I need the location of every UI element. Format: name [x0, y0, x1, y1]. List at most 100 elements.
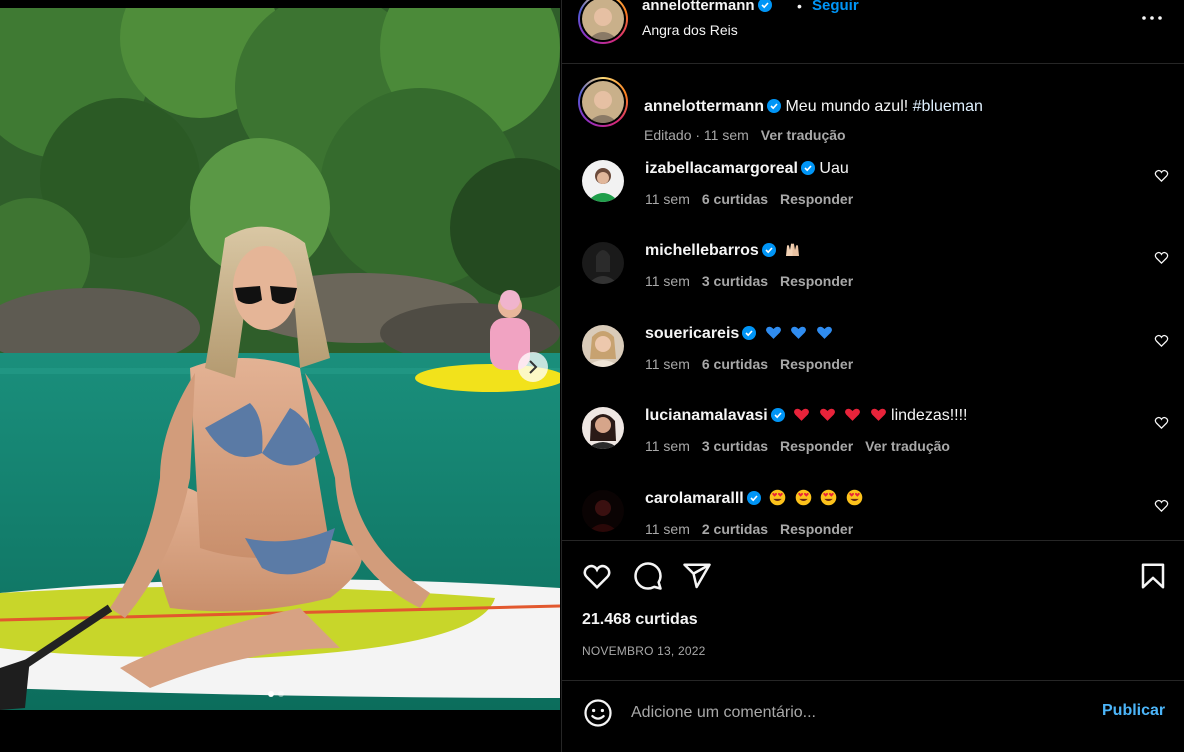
- commenter-avatar[interactable]: [582, 242, 624, 284]
- carousel-dot: [278, 691, 284, 697]
- like-heart-icon[interactable]: [582, 561, 612, 591]
- comment-item: izabellacamargoreal Uau 11 sem 6 curtidas…: [578, 159, 1169, 229]
- reply-button[interactable]: Responder: [780, 356, 853, 372]
- post-sidebar: annelottermann • Seguir Angra dos Reis a…: [561, 0, 1184, 752]
- comment-text: souericareis: [645, 324, 833, 344]
- verified-badge-icon: [761, 243, 776, 257]
- comment-likes[interactable]: 6 curtidas: [702, 191, 768, 207]
- caption-body: Meu mundo azul!: [785, 98, 909, 115]
- author-avatar[interactable]: [578, 0, 628, 44]
- carousel-indicators: [268, 691, 284, 697]
- comment-item: michellebarros 11 sem 3 curtidas Responder: [578, 241, 1169, 311]
- comments-list[interactable]: annelottermann Meu mundo azul! #blueman …: [562, 65, 1184, 539]
- verified-badge-icon: [767, 99, 782, 113]
- heart-eyes-icon: [795, 489, 811, 506]
- commenter-avatar[interactable]: [582, 490, 624, 532]
- commenter-avatar[interactable]: [582, 160, 624, 202]
- post-actions: 21.468 curtidas NOVEMBRO 13, 2022: [562, 540, 1184, 680]
- see-translation-link[interactable]: Ver tradução: [761, 127, 846, 143]
- likes-count[interactable]: 21.468 curtidas: [582, 611, 698, 629]
- follow-button[interactable]: Seguir: [812, 0, 859, 14]
- commenter-username[interactable]: souericareis: [645, 325, 739, 342]
- see-translation-link[interactable]: Ver tradução: [865, 438, 950, 454]
- red-heart-icon: [794, 408, 810, 421]
- comment-text: lucianamalavasi lindezas!!!!: [645, 406, 968, 426]
- carousel-dot-active: [268, 691, 274, 697]
- verified-badge-icon: [746, 491, 761, 505]
- reply-button[interactable]: Responder: [780, 273, 853, 289]
- verified-badge-icon: [770, 408, 785, 422]
- post-header: annelottermann • Seguir Angra dos Reis: [562, 0, 1184, 64]
- caption-avatar[interactable]: [578, 77, 628, 127]
- verified-badge-icon: [800, 161, 815, 175]
- caption-text: annelottermann Meu mundo azul! #blueman: [644, 97, 983, 117]
- author-username[interactable]: annelottermann: [642, 0, 772, 14]
- heart-eyes-icon: [769, 489, 786, 506]
- like-comment-heart-icon[interactable]: [1154, 415, 1169, 430]
- post-date: NOVEMBRO 13, 2022: [582, 644, 706, 658]
- verified-badge-icon: [742, 326, 757, 340]
- comment-meta: 11 sem 6 curtidas Responder: [645, 191, 853, 207]
- post-image[interactable]: [0, 8, 560, 710]
- blue-heart-icon: [816, 326, 832, 339]
- comment-item: souericareis 11 sem 6 curtidas Responder: [578, 324, 1169, 394]
- reply-button[interactable]: Responder: [780, 191, 853, 207]
- next-image-button[interactable]: [518, 352, 548, 382]
- comment-time: 11 sem: [645, 521, 690, 537]
- emoji-picker-icon[interactable]: [583, 698, 613, 728]
- comment-meta: 11 sem 6 curtidas Responder: [645, 356, 853, 372]
- caption-timestamp: Editado · 11 sem: [644, 127, 749, 143]
- comment-likes[interactable]: 2 curtidas: [702, 521, 768, 537]
- comment-item: carolamaralll 11 sem 2 curtidas Responder: [578, 489, 1169, 539]
- more-options-icon[interactable]: [1140, 10, 1164, 26]
- comment-meta: 11 sem 3 curtidas Responder Ver tradução: [645, 438, 950, 454]
- caption-username[interactable]: annelottermann: [644, 98, 764, 115]
- save-bookmark-icon[interactable]: [1138, 561, 1168, 591]
- comment-likes[interactable]: 6 curtidas: [702, 356, 768, 372]
- red-heart-icon: [819, 408, 835, 421]
- comment-body: lindezas!!!!: [891, 407, 968, 424]
- verified-badge-icon: [757, 0, 772, 12]
- blue-heart-icon: [765, 326, 781, 339]
- comment-text: izabellacamargoreal Uau: [645, 159, 849, 179]
- hashtag-link[interactable]: #blueman: [913, 98, 983, 115]
- commenter-username[interactable]: izabellacamargoreal: [645, 160, 798, 177]
- red-heart-icon: [870, 408, 886, 421]
- reply-button[interactable]: Responder: [780, 438, 853, 454]
- comment-text: michellebarros: [645, 241, 801, 261]
- comment-time: 11 sem: [645, 191, 690, 207]
- comment-time: 11 sem: [645, 273, 690, 289]
- heart-eyes-icon: [820, 489, 837, 506]
- comment-meta: 11 sem 2 curtidas Responder: [645, 521, 853, 537]
- chevron-right-icon: [529, 360, 538, 374]
- separator-dot: •: [797, 0, 802, 14]
- reply-button[interactable]: Responder: [780, 521, 853, 537]
- like-comment-heart-icon[interactable]: [1154, 333, 1169, 348]
- commenter-username[interactable]: lucianamalavasi: [645, 407, 768, 424]
- commenter-username[interactable]: michellebarros: [645, 242, 759, 259]
- add-comment-bar: Publicar: [562, 680, 1184, 752]
- comment-likes[interactable]: 3 curtidas: [702, 438, 768, 454]
- red-heart-icon: [845, 408, 861, 421]
- commenter-avatar[interactable]: [582, 325, 624, 367]
- caption-meta: Editado · 11 sem Ver tradução: [644, 127, 846, 143]
- like-comment-heart-icon[interactable]: [1154, 168, 1169, 183]
- publish-button[interactable]: Publicar: [1102, 702, 1165, 720]
- comment-text: carolamaralll: [645, 489, 863, 509]
- blue-heart-icon: [791, 326, 807, 339]
- share-send-icon[interactable]: [682, 561, 712, 591]
- commenter-username[interactable]: carolamaralll: [645, 490, 744, 507]
- comment-time: 11 sem: [645, 356, 690, 372]
- comment-time: 11 sem: [645, 438, 690, 454]
- comment-meta: 11 sem 3 curtidas Responder: [645, 273, 853, 289]
- like-comment-heart-icon[interactable]: [1154, 250, 1169, 265]
- comment-bubble-icon[interactable]: [633, 561, 663, 591]
- comment-likes[interactable]: 3 curtidas: [702, 273, 768, 289]
- comment-item: lucianamalavasi lindezas!!!! 11 sem 3 cur…: [578, 406, 1169, 476]
- raised-hands-icon: [786, 243, 800, 256]
- location-link[interactable]: Angra dos Reis: [642, 22, 738, 38]
- commenter-avatar[interactable]: [582, 407, 624, 449]
- like-comment-heart-icon[interactable]: [1154, 498, 1169, 513]
- comment-input[interactable]: [631, 699, 1071, 727]
- heart-eyes-icon: [846, 489, 862, 506]
